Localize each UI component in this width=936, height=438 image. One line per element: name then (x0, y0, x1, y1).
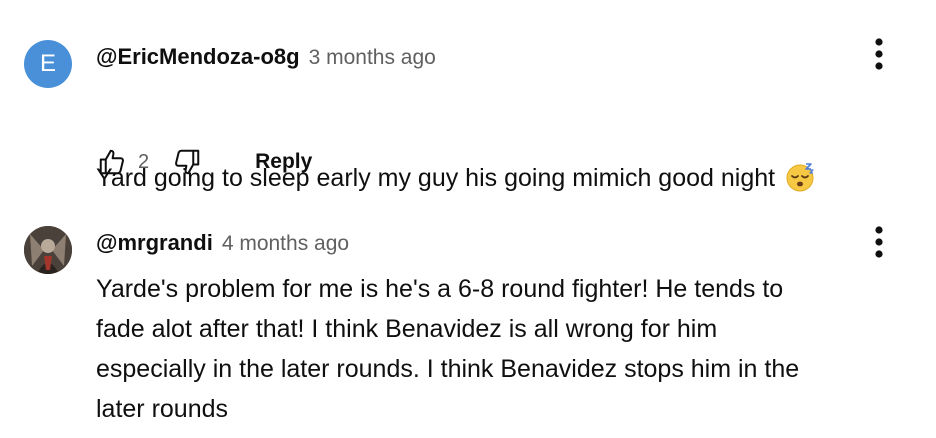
like-count: 2 (138, 150, 150, 173)
dislike-icon[interactable] (171, 146, 203, 178)
like-icon[interactable] (96, 146, 128, 178)
more-actions-icon[interactable] (864, 34, 894, 74)
comment-text-row: Yard going to sleep early my guy his goi… (96, 82, 815, 198)
more-actions-icon[interactable] (864, 222, 894, 262)
comment-header: @EricMendoza-o8g 3 months ago (96, 44, 436, 72)
sleeping-face-emoji (785, 122, 815, 192)
avatar[interactable]: E (24, 40, 72, 88)
comment-actions: 2 Reply (96, 144, 312, 180)
avatar[interactable] (24, 226, 72, 274)
comment-text: Yarde's problem for me is he's a 6-8 rou… (96, 275, 800, 423)
author-name[interactable]: @mrgrandi (96, 230, 213, 256)
author-name[interactable]: @EricMendoza-o8g (96, 44, 300, 70)
timestamp[interactable]: 3 months ago (309, 46, 436, 70)
reply-button[interactable]: Reply (255, 150, 312, 174)
comment-thread: E @EricMendoza-o8g 3 months ago Yard goi… (0, 0, 936, 200)
comment-header: @mrgrandi 4 months ago (96, 230, 349, 258)
comment-thread: @mrgrandi 4 months ago Yarde's problem f… (0, 200, 936, 438)
timestamp[interactable]: 4 months ago (222, 232, 349, 256)
